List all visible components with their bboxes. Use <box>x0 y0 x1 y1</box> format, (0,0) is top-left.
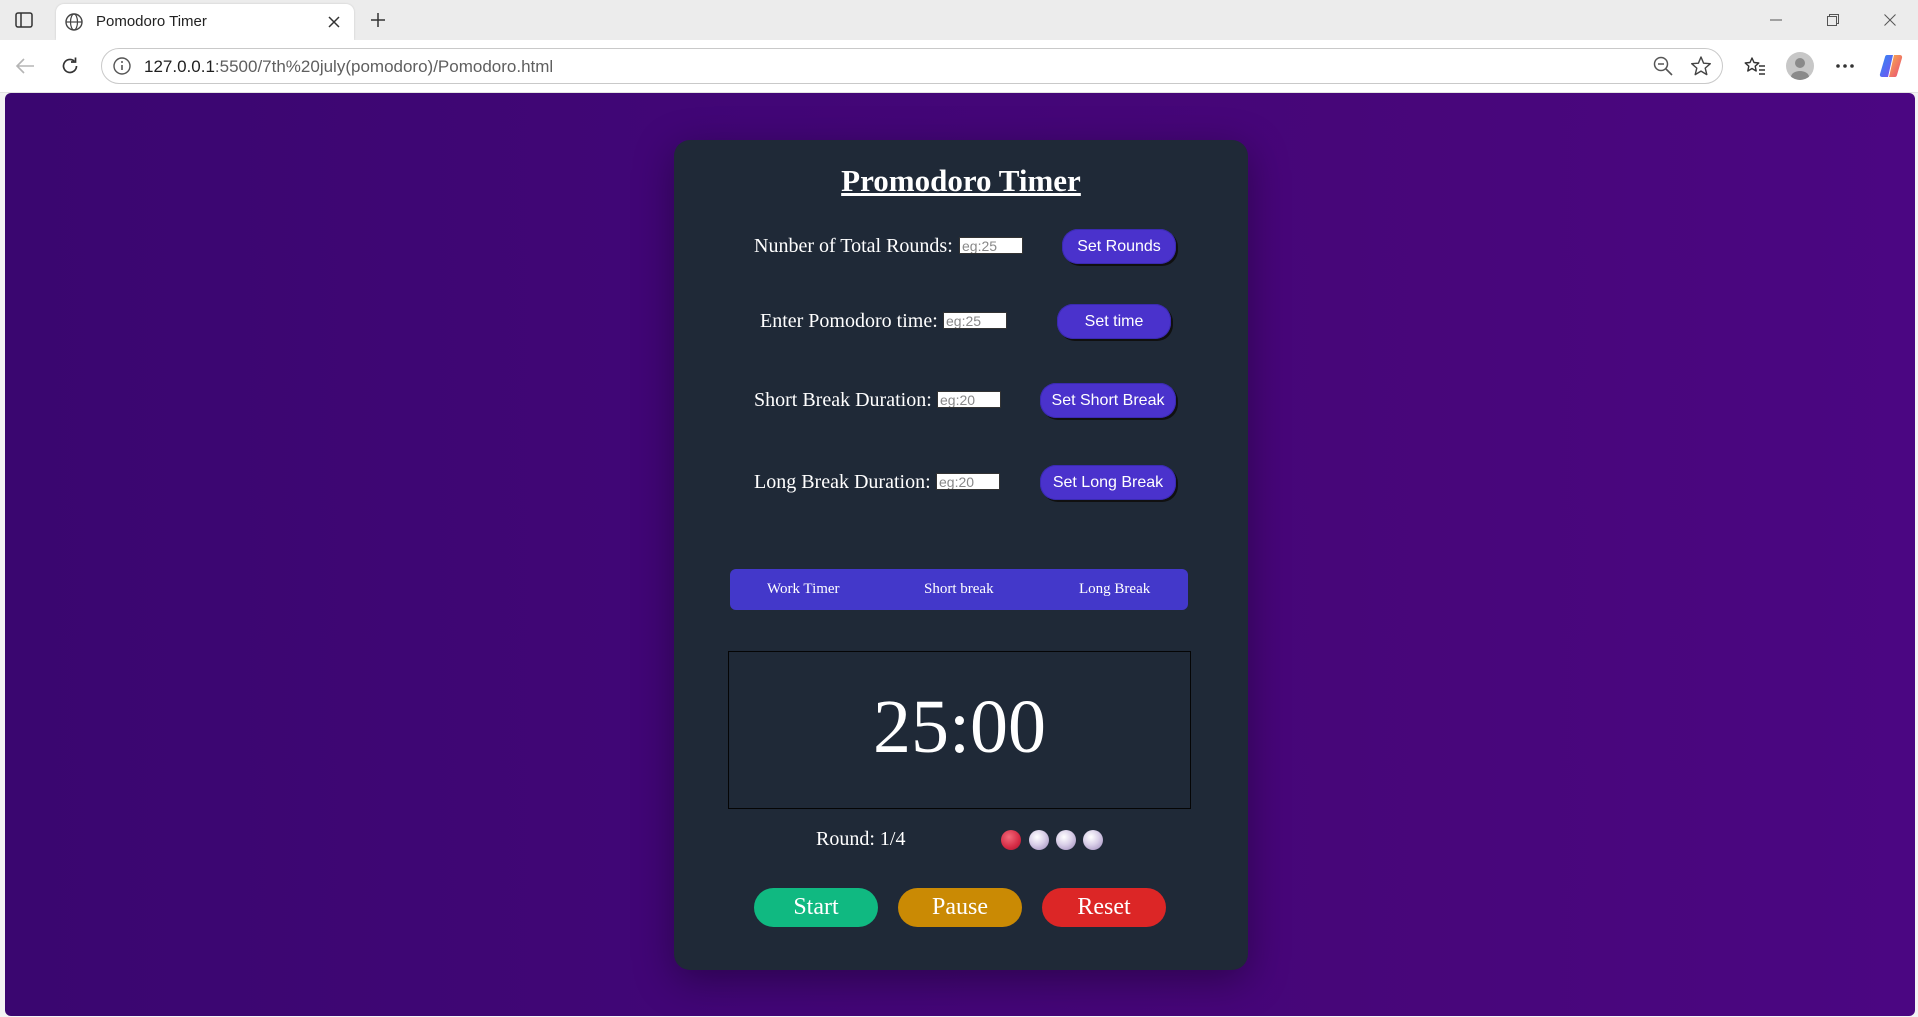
restore-icon[interactable] <box>1815 8 1851 32</box>
round-dot-2 <box>1029 830 1049 850</box>
start-button[interactable]: Start <box>754 888 878 927</box>
mode-tabs: Work Timer Short break Long Break <box>730 569 1188 610</box>
pomodoro-label: Enter Pomodoro time: <box>760 310 938 332</box>
short-break-label: Short Break Duration: <box>754 389 932 411</box>
close-tab-icon[interactable] <box>322 10 346 34</box>
more-options-icon[interactable] <box>1830 51 1860 81</box>
timer-text: 25:00 <box>872 685 1047 769</box>
round-dot-4 <box>1083 830 1103 850</box>
copilot-icon[interactable] <box>1876 51 1906 81</box>
tab-work-timer[interactable]: Work Timer <box>767 581 840 598</box>
round-dot-3 <box>1056 830 1076 850</box>
sidebar-toggle-icon[interactable] <box>10 8 38 32</box>
browser-toolbar: 127.0.0.1:5500/7th%20july(pomodoro)/Pomo… <box>0 40 1918 93</box>
long-break-row: Long Break Duration: Set Long Break <box>674 462 1248 502</box>
globe-icon <box>64 12 84 32</box>
round-counter: Round: 1/4 <box>816 828 906 850</box>
short-break-row: Short Break Duration: Set Short Break <box>674 380 1248 420</box>
pomodoro-input[interactable] <box>943 312 1007 329</box>
browser-tab-bar: Pomodoro Timer <box>0 0 1918 40</box>
page-title: Promodoro Timer <box>841 163 1081 198</box>
pomodoro-row: Enter Pomodoro time: Set time <box>674 301 1248 341</box>
reload-icon[interactable] <box>55 51 85 81</box>
tab-long-break[interactable]: Long Break <box>1079 581 1150 598</box>
tab-title: Pomodoro Timer <box>96 13 207 30</box>
page-viewport: Promodoro Timer Nunber of Total Rounds: … <box>5 93 1915 1016</box>
long-break-label: Long Break Duration: <box>754 471 931 493</box>
browser-tab[interactable]: Pomodoro Timer <box>56 4 354 40</box>
close-window-icon[interactable] <box>1872 8 1908 32</box>
address-bar[interactable]: 127.0.0.1:5500/7th%20july(pomodoro)/Pomo… <box>101 48 1723 84</box>
set-short-break-button[interactable]: Set Short Break <box>1040 383 1176 418</box>
pomodoro-card: Promodoro Timer Nunber of Total Rounds: … <box>674 140 1248 970</box>
back-icon[interactable] <box>10 51 40 81</box>
rounds-input[interactable] <box>959 237 1023 254</box>
set-time-button[interactable]: Set time <box>1057 304 1171 339</box>
timer-display: 25:00 <box>728 651 1191 809</box>
site-info-icon[interactable] <box>112 56 132 76</box>
round-dot-1 <box>1001 830 1021 850</box>
set-long-break-button[interactable]: Set Long Break <box>1040 465 1176 500</box>
short-break-input[interactable] <box>937 391 1001 408</box>
rounds-label: Nunber of Total Rounds: <box>754 235 953 257</box>
favorites-list-icon[interactable] <box>1740 51 1770 81</box>
set-rounds-button[interactable]: Set Rounds <box>1062 229 1176 264</box>
minimize-icon[interactable] <box>1758 8 1794 32</box>
long-break-input[interactable] <box>936 473 1000 490</box>
profile-avatar[interactable] <box>1786 52 1814 80</box>
zoom-out-icon[interactable] <box>1652 55 1674 77</box>
reset-button[interactable]: Reset <box>1042 888 1166 927</box>
tab-short-break[interactable]: Short break <box>924 581 994 598</box>
favorite-star-icon[interactable] <box>1690 55 1712 77</box>
url-text: 127.0.0.1:5500/7th%20july(pomodoro)/Pomo… <box>144 57 554 76</box>
pause-button[interactable]: Pause <box>898 888 1022 927</box>
new-tab-icon[interactable] <box>364 6 392 34</box>
rounds-row: Nunber of Total Rounds: Set Rounds <box>674 226 1248 266</box>
